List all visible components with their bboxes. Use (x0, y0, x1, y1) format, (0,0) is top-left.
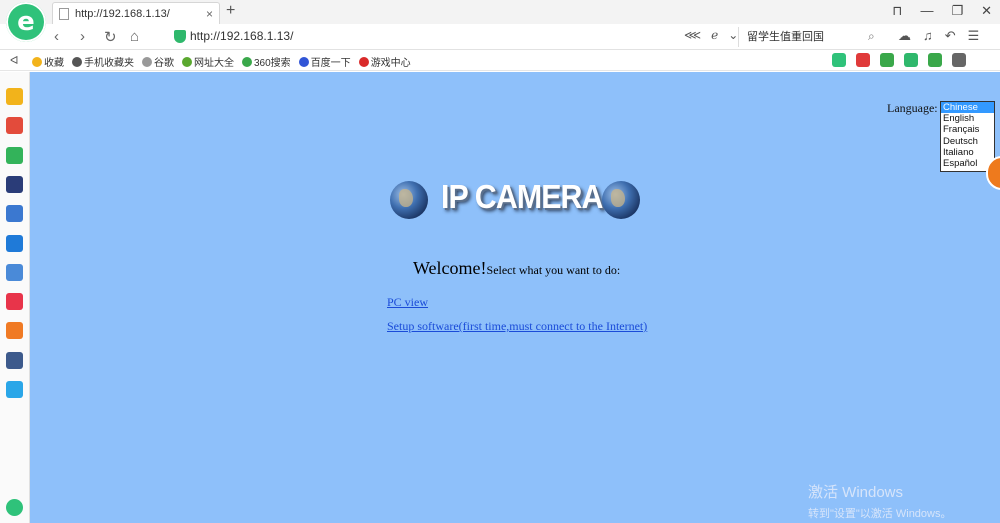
page-title: IP CAMERA (441, 178, 603, 215)
bookmark-icon (242, 56, 252, 67)
navigation-bar: ‹ › ↻ ⌂ http://192.168.1.13/ ⋘ ℯ ⌄ 留学生值重… (0, 24, 1000, 50)
bookmark-label: 游戏中心 (370, 58, 411, 69)
sidebar-app-icon[interactable] (6, 351, 23, 369)
extension-icon[interactable] (952, 53, 966, 67)
address-bar[interactable]: http://192.168.1.13/ (190, 29, 293, 43)
menu-icon[interactable]: ☰ (968, 28, 980, 44)
chevron-down-icon[interactable]: ⌄ (728, 28, 738, 42)
sidebar-app-icon[interactable] (6, 322, 23, 340)
extension-tools (832, 53, 966, 67)
bookmark-icon (358, 56, 369, 67)
setup-software-link[interactable]: Setup software(first time,must connect t… (387, 319, 647, 334)
language-option[interactable]: Deutsch (941, 136, 994, 147)
bookmark-item[interactable]: 360搜索 (242, 54, 291, 69)
reload-button[interactable]: ↻ (104, 28, 117, 46)
bookmark-label: 谷歌 (154, 58, 174, 69)
browser-tab[interactable]: http://192.168.1.13/ × (52, 2, 220, 24)
cloud-icon[interactable]: ☁ (898, 28, 911, 44)
tab-strip: http://192.168.1.13/ × + ⊓ — ❐ ✕ (0, 0, 1000, 24)
left-sidebar (0, 72, 30, 523)
bookmark-item[interactable]: 百度一下 (298, 54, 351, 69)
extension-icon[interactable] (928, 53, 942, 67)
bookmark-label: 网址大全 (194, 58, 234, 69)
new-tab-button[interactable]: + (226, 2, 235, 20)
search-input[interactable]: 留学生值重回国 (738, 27, 886, 47)
bookmark-list: 收藏 手机收藏夹 谷歌 网址大全 360搜索 百度一下 游戏中心 (32, 54, 411, 69)
bookmark-label: 百度一下 (310, 58, 351, 69)
bookmark-item[interactable]: 谷歌 (142, 54, 174, 69)
welcome-heading: Welcome! (413, 258, 487, 278)
sidebar-settings-icon[interactable] (6, 499, 23, 516)
sidebar-app-icon[interactable] (6, 293, 23, 311)
bookmarks-bar: ᐊ 收藏 手机收藏夹 谷歌 网址大全 360搜索 百度一下 游戏中心 (0, 51, 1000, 71)
sidebar-app-icon[interactable] (6, 205, 23, 223)
bookmark-icon (142, 56, 152, 67)
bookmark-icon (298, 56, 309, 67)
page-content: Language: Chinese English Français Deutsch I… (30, 72, 1000, 523)
window-controls: ⊓ — ❐ ✕ (892, 3, 992, 19)
language-option[interactable]: Français (941, 124, 994, 135)
language-select[interactable]: Chinese English Français Deutsch Italiano Esp… (940, 101, 995, 172)
bookmark-item[interactable]: 手机收藏夹 (72, 54, 134, 69)
sidebar-app-icon[interactable] (6, 117, 23, 135)
engine-icon[interactable]: ℯ (711, 28, 718, 42)
skin-icon[interactable]: ⊓ (892, 3, 902, 19)
sidebar-app-icon[interactable] (6, 88, 23, 105)
language-option[interactable]: Chinese (941, 102, 994, 114)
extension-icon[interactable] (880, 53, 894, 67)
forward-button[interactable]: › (80, 28, 85, 45)
browser-logo-icon[interactable]: e (6, 2, 46, 42)
home-button[interactable]: ⌂ (130, 28, 139, 45)
close-window-button[interactable]: ✕ (981, 3, 992, 19)
bookmark-label: 手机收藏夹 (84, 58, 134, 69)
extension-icon[interactable] (856, 53, 870, 67)
minimize-button[interactable]: — (920, 3, 933, 19)
language-option[interactable]: Italiano (941, 147, 994, 158)
search-icon[interactable]: ⌕ (868, 29, 875, 44)
sidebar-app-icon[interactable] (6, 234, 23, 252)
language-option[interactable]: English (941, 113, 994, 124)
headphones-icon[interactable]: ♫ (923, 28, 933, 44)
undo-icon[interactable]: ↶ (945, 28, 956, 44)
bookmark-label: 360搜索 (254, 58, 291, 69)
share-icon[interactable]: ⋘ (684, 28, 701, 42)
page-icon (59, 7, 69, 20)
pc-view-link[interactable]: PC view (387, 295, 428, 310)
language-label: Language: (887, 101, 938, 115)
tab-title: http://192.168.1.13/ (75, 7, 170, 20)
globe-left-icon (390, 181, 428, 219)
welcome-subtext: Select what you want to do: (486, 263, 621, 277)
welcome-line: Welcome!Select what you want to do: (413, 258, 620, 279)
toolbar-tools: ☁ ♫ ↶ ☰ (898, 28, 979, 44)
sidebar-app-icon[interactable] (6, 146, 23, 164)
bookmark-item[interactable]: 网址大全 (182, 54, 234, 69)
bookmark-icon (72, 56, 82, 67)
bookmark-icon (182, 56, 192, 67)
bookmark-label: 收藏 (44, 58, 64, 69)
back-button[interactable]: ‹ (54, 28, 59, 45)
address-tools: ⋘ ℯ ⌄ (684, 28, 738, 42)
watermark-subtitle: 转到"设置"以激活 Windows。 (808, 508, 952, 520)
sidebar-app-icon[interactable] (6, 263, 23, 281)
bookmark-item[interactable]: 收藏 (32, 54, 64, 69)
collapse-sidebar-icon[interactable]: ᐊ (10, 54, 18, 67)
extension-icon[interactable] (904, 53, 918, 67)
maximize-button[interactable]: ❐ (951, 3, 963, 19)
security-shield-icon (174, 30, 186, 43)
sidebar-app-icon[interactable] (6, 175, 23, 193)
bookmark-item[interactable]: 游戏中心 (358, 54, 411, 69)
bookmark-icon (32, 56, 42, 67)
windows-activation-watermark: 激活 Windows 转到"设置"以激活 Windows。 (808, 481, 952, 521)
sidebar-app-icon[interactable] (6, 381, 23, 398)
watermark-title: 激活 Windows (808, 484, 904, 501)
globe-right-icon (602, 181, 640, 219)
tab-close-icon[interactable]: × (206, 7, 213, 21)
extension-icon[interactable] (832, 53, 846, 67)
